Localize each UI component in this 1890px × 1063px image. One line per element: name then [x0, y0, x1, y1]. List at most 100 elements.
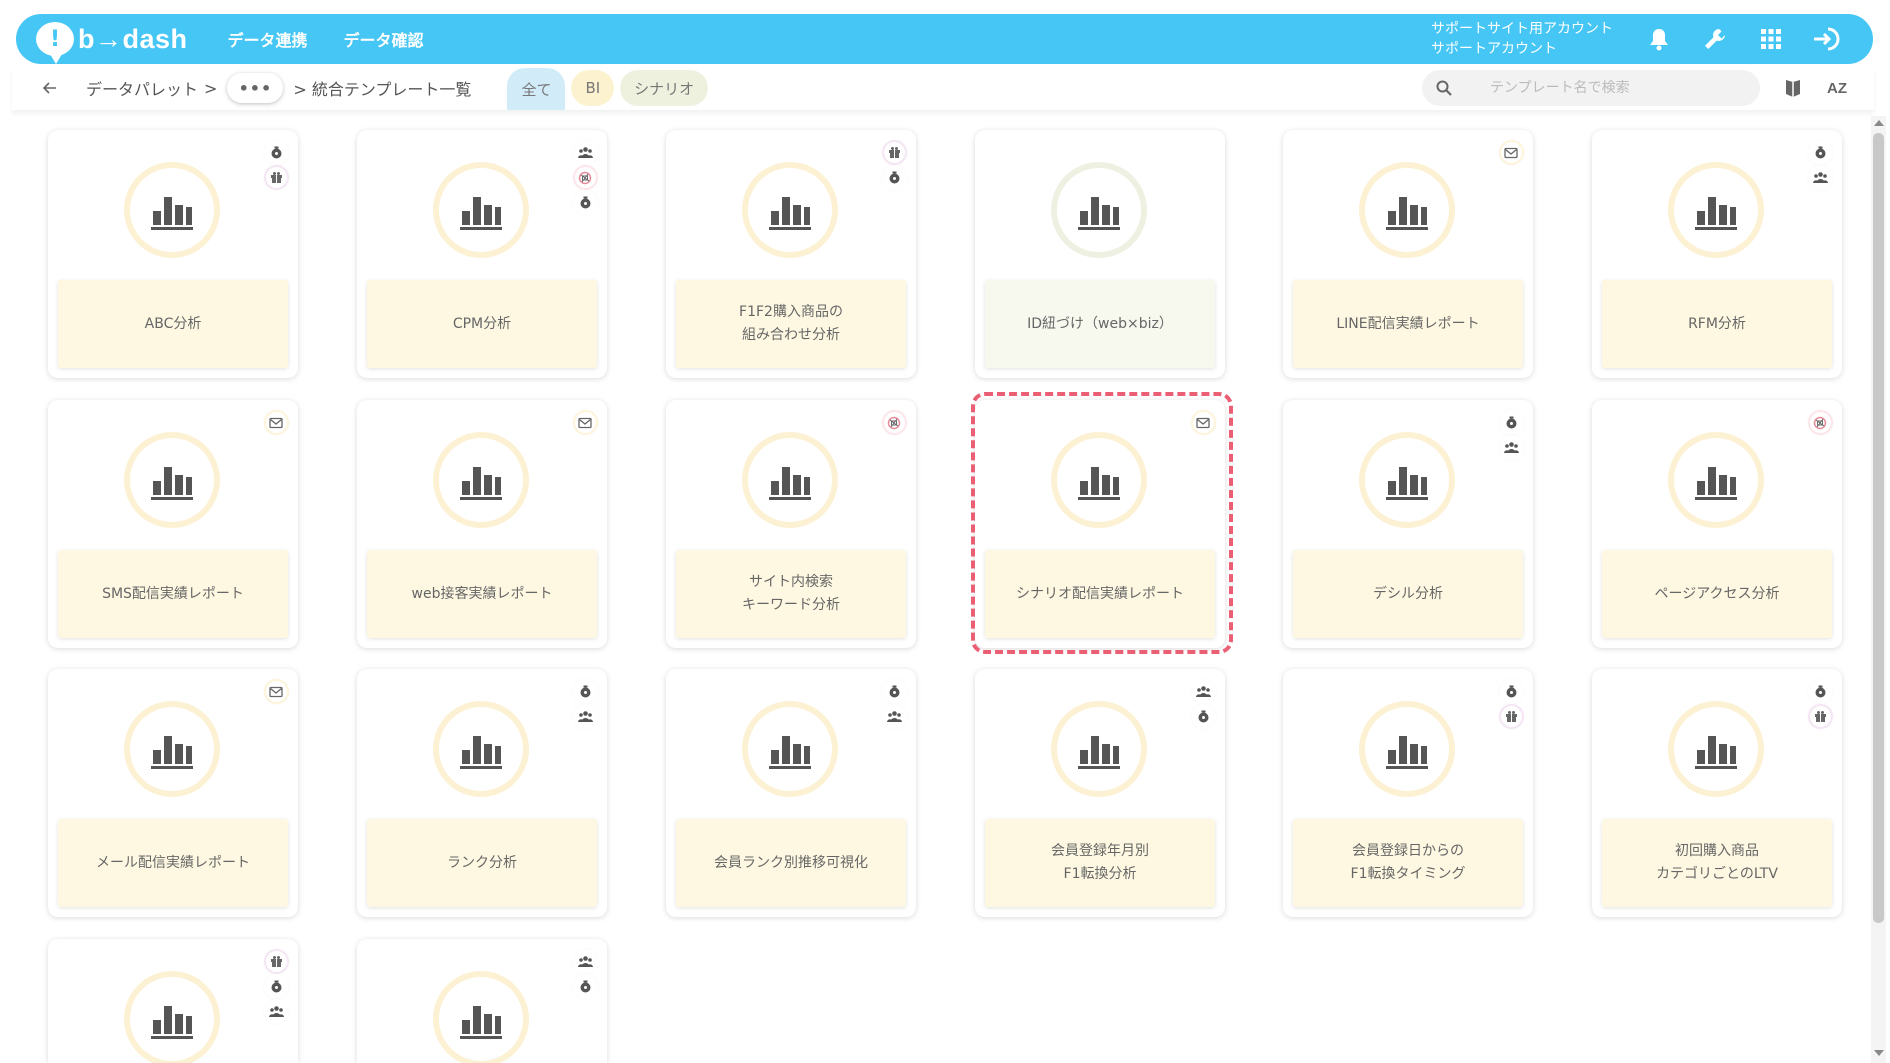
card-title: F1F2購入商品の 組み合わせ分析	[676, 280, 906, 368]
scroll-up-arrow-icon[interactable]	[1874, 120, 1884, 126]
bar-chart-icon	[124, 971, 220, 1063]
template-card[interactable]: web接客実績レポート	[357, 400, 607, 648]
card-badges	[573, 681, 597, 727]
mail-icon	[265, 681, 287, 702]
bar-chart-icon	[124, 162, 220, 258]
template-card[interactable]: ランク分析	[357, 669, 607, 917]
card-badges	[882, 142, 906, 188]
bar-chart-icon	[1051, 432, 1147, 528]
coin-icon	[1500, 681, 1522, 702]
card-title: CPM分析	[367, 280, 597, 368]
template-card[interactable]: シナリオ配信実績レポート	[975, 400, 1225, 648]
card-badges	[1191, 412, 1215, 433]
card-badges	[573, 951, 597, 997]
card-title: RFM分析	[1602, 280, 1832, 368]
mail-icon	[265, 412, 287, 433]
users-icon	[1192, 681, 1214, 702]
mail-icon	[1500, 142, 1522, 163]
card-title: 初回購入商品 カテゴリごとのLTV	[1602, 819, 1832, 907]
mail-icon	[574, 412, 596, 433]
card-title: 会員ランク別推移可視化	[676, 819, 906, 907]
coin-icon	[883, 167, 905, 188]
coin-icon	[265, 142, 287, 163]
card-title: メール配信実績レポート	[58, 819, 288, 907]
card-title: 会員登録日からの F1転換タイミング	[1293, 819, 1523, 907]
scroll-down-arrow-icon[interactable]	[1874, 1050, 1884, 1056]
template-card[interactable]: サイト内検索 キーワード分析	[666, 400, 916, 648]
gift-icon	[1500, 706, 1522, 727]
template-card[interactable]: F1F2購入商品の 組み合わせ分析	[666, 130, 916, 378]
card-title: シナリオ配信実績レポート	[985, 550, 1215, 638]
web-icon	[1809, 412, 1831, 433]
card-title: SMS配信実績レポート	[58, 550, 288, 638]
card-badges	[1808, 412, 1832, 433]
template-card[interactable]: 会員登録日からの F1転換タイミング	[1283, 669, 1533, 917]
web-icon	[883, 412, 905, 433]
card-title: LINE配信実績レポート	[1293, 280, 1523, 368]
bar-chart-icon	[124, 432, 220, 528]
bar-chart-icon	[742, 432, 838, 528]
users-icon	[574, 951, 596, 972]
bar-chart-icon	[1359, 162, 1455, 258]
coin-icon	[1500, 412, 1522, 433]
card-title: ID紐づけ（web×biz）	[985, 280, 1215, 368]
template-card[interactable]: 会員ランク別推移可視化	[666, 669, 916, 917]
card-badges	[1191, 681, 1215, 727]
coin-icon	[1192, 706, 1214, 727]
coin-icon	[883, 681, 905, 702]
coin-icon	[1809, 681, 1831, 702]
template-card[interactable]: ABC分析	[48, 130, 298, 378]
bar-chart-icon	[1668, 162, 1764, 258]
bar-chart-icon	[742, 701, 838, 797]
template-card[interactable]: 会員登録年月別 F1転換分析	[975, 669, 1225, 917]
bar-chart-icon	[433, 701, 529, 797]
coin-icon	[1809, 142, 1831, 163]
bar-chart-icon	[124, 701, 220, 797]
template-card[interactable]	[48, 939, 298, 1063]
card-badges	[1808, 142, 1832, 188]
web-icon	[574, 167, 596, 188]
template-card[interactable]: RFM分析	[1592, 130, 1842, 378]
users-icon	[1500, 437, 1522, 458]
card-badges	[1499, 142, 1523, 163]
coin-icon	[574, 976, 596, 997]
template-card[interactable]: ページアクセス分析	[1592, 400, 1842, 648]
gift-icon	[1809, 706, 1831, 727]
template-card[interactable]: デシル分析	[1283, 400, 1533, 648]
template-card[interactable]: LINE配信実績レポート	[1283, 130, 1533, 378]
gift-icon	[883, 142, 905, 163]
card-title: web接客実績レポート	[367, 550, 597, 638]
card-badges	[264, 681, 288, 702]
users-icon	[574, 706, 596, 727]
card-badges	[264, 951, 288, 1022]
template-card[interactable]: 初回購入商品 カテゴリごとのLTV	[1592, 669, 1842, 917]
card-title: 会員登録年月別 F1転換分析	[985, 819, 1215, 907]
bar-chart-icon	[742, 162, 838, 258]
coin-icon	[574, 192, 596, 213]
card-badges	[264, 412, 288, 433]
coin-icon	[265, 976, 287, 997]
users-icon	[265, 1001, 287, 1022]
bar-chart-icon	[1668, 432, 1764, 528]
card-badges	[264, 142, 288, 188]
card-title: ABC分析	[58, 280, 288, 368]
template-card[interactable]: ID紐づけ（web×biz）	[975, 130, 1225, 378]
template-card[interactable]	[357, 939, 607, 1063]
card-badges	[1499, 412, 1523, 458]
scrollbar-thumb[interactable]	[1873, 133, 1884, 923]
gift-icon	[265, 951, 287, 972]
bar-chart-icon	[1359, 701, 1455, 797]
bar-chart-icon	[1051, 701, 1147, 797]
bar-chart-icon	[1359, 432, 1455, 528]
bar-chart-icon	[433, 162, 529, 258]
template-card[interactable]: SMS配信実績レポート	[48, 400, 298, 648]
template-card[interactable]: CPM分析	[357, 130, 607, 378]
template-card-grid: ABC分析 CPM分析 F1F2購入商品の 組み合わせ分析 ID紐づけ（web×biz）…	[0, 0, 1890, 1063]
card-title: サイト内検索 キーワード分析	[676, 550, 906, 638]
template-card[interactable]: メール配信実績レポート	[48, 669, 298, 917]
users-icon	[883, 706, 905, 727]
bar-chart-icon	[1668, 701, 1764, 797]
card-badges	[1808, 681, 1832, 727]
bar-chart-icon	[1051, 162, 1147, 258]
mail-icon	[1192, 412, 1214, 433]
